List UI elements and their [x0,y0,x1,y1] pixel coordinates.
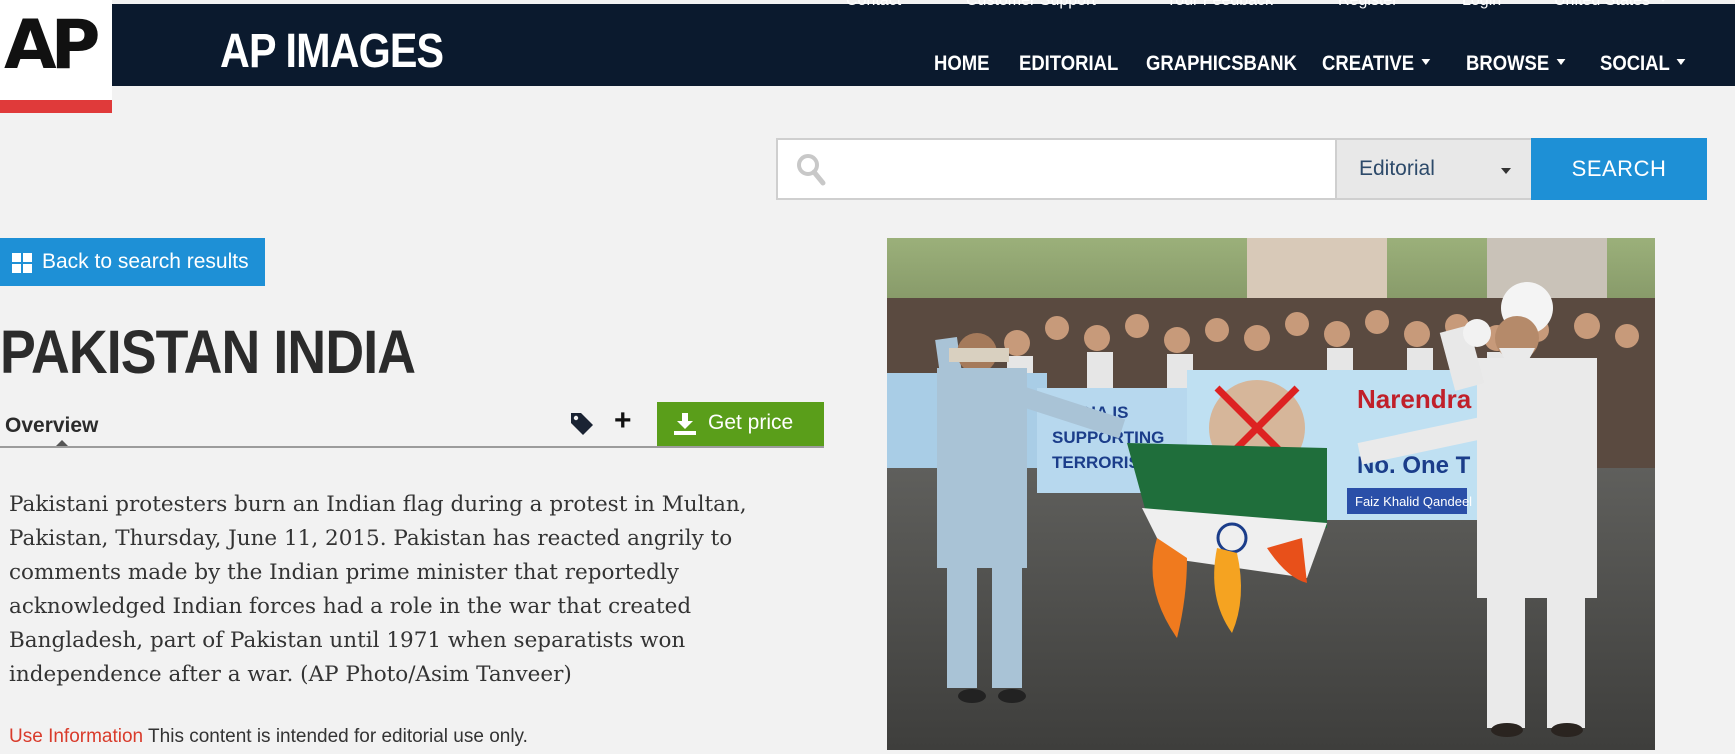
protest-photo-illustration: INDIA IS SUPPORTING TERRORISM Narendra N… [887,238,1655,750]
get-price-label: Get price [708,411,794,434]
use-information-link[interactable]: Use Information [9,726,143,747]
ap-logo-text: AP [4,6,101,85]
page-title: PAKISTAN INDIA [0,318,416,386]
back-to-results-label: Back to search results [42,250,249,273]
nav-graphicsbank[interactable]: GRAPHICSBANK [1146,50,1297,78]
nav-social-label: SOCIAL [1600,52,1670,75]
chevron-down-icon [1676,59,1686,66]
nav-browse-label: BROWSE [1466,52,1550,75]
active-tab-marker [56,440,68,446]
nav-browse[interactable]: BROWSE [1466,50,1565,78]
search-field[interactable] [776,138,1337,200]
back-to-results-button[interactable]: Back to search results [0,238,265,286]
chevron-down-icon [1658,0,1669,2]
nav-social[interactable]: SOCIAL [1600,50,1686,78]
contact-link[interactable]: Contact [846,0,901,10]
search-scope-select[interactable]: Editorial [1337,138,1531,200]
site-header: AP AP IMAGES Contact Customer Support Yo… [0,0,1735,113]
news-photo[interactable]: INDIA IS SUPPORTING TERRORISM Narendra N… [887,238,1655,750]
customer-support-link[interactable]: Customer Support [966,0,1096,10]
add-to-lightbox-icon[interactable]: + [614,406,632,436]
search-button[interactable]: SEARCH [1531,138,1707,200]
brand-title[interactable]: AP IMAGES [220,24,444,80]
photo-caption: Pakistani protesters burn an Indian flag… [9,492,747,687]
nav-creative[interactable]: CREATIVE [1322,50,1430,78]
use-information-text: This content is intended for editorial u… [143,726,528,747]
detail-tabs: Overview + Get price [0,400,824,448]
nav-creative-label: CREATIVE [1322,52,1415,75]
search-input[interactable] [838,144,1328,194]
chevron-down-icon [1556,59,1565,66]
grid-icon [12,253,32,273]
chevron-down-icon [1421,59,1430,66]
search-icon [797,154,826,186]
search-scope-value: Editorial [1359,157,1435,180]
svg-text:Faiz Khalid Qandeel: Faiz Khalid Qandeel [1355,494,1472,509]
login-link[interactable]: Login [1462,0,1501,10]
region-label: United States [1554,0,1651,9]
tag-icon[interactable] [568,410,596,438]
download-icon [674,413,696,435]
get-price-button[interactable]: Get price [657,402,824,446]
register-link[interactable]: Register [1338,0,1398,10]
ap-logo[interactable]: AP [0,0,112,100]
logo-red-stripe [0,100,112,113]
svg-text:Narendra: Narendra [1357,384,1472,414]
nav-editorial[interactable]: EDITORIAL [1019,50,1118,78]
chevron-down-icon [1501,168,1511,174]
tab-overview[interactable]: Overview [5,414,98,438]
region-selector[interactable]: United States [1554,0,1669,10]
use-information: Use Information This content is intended… [9,726,528,748]
feedback-link[interactable]: Your Feedback [1166,0,1273,10]
nav-home[interactable]: HOME [934,50,989,78]
